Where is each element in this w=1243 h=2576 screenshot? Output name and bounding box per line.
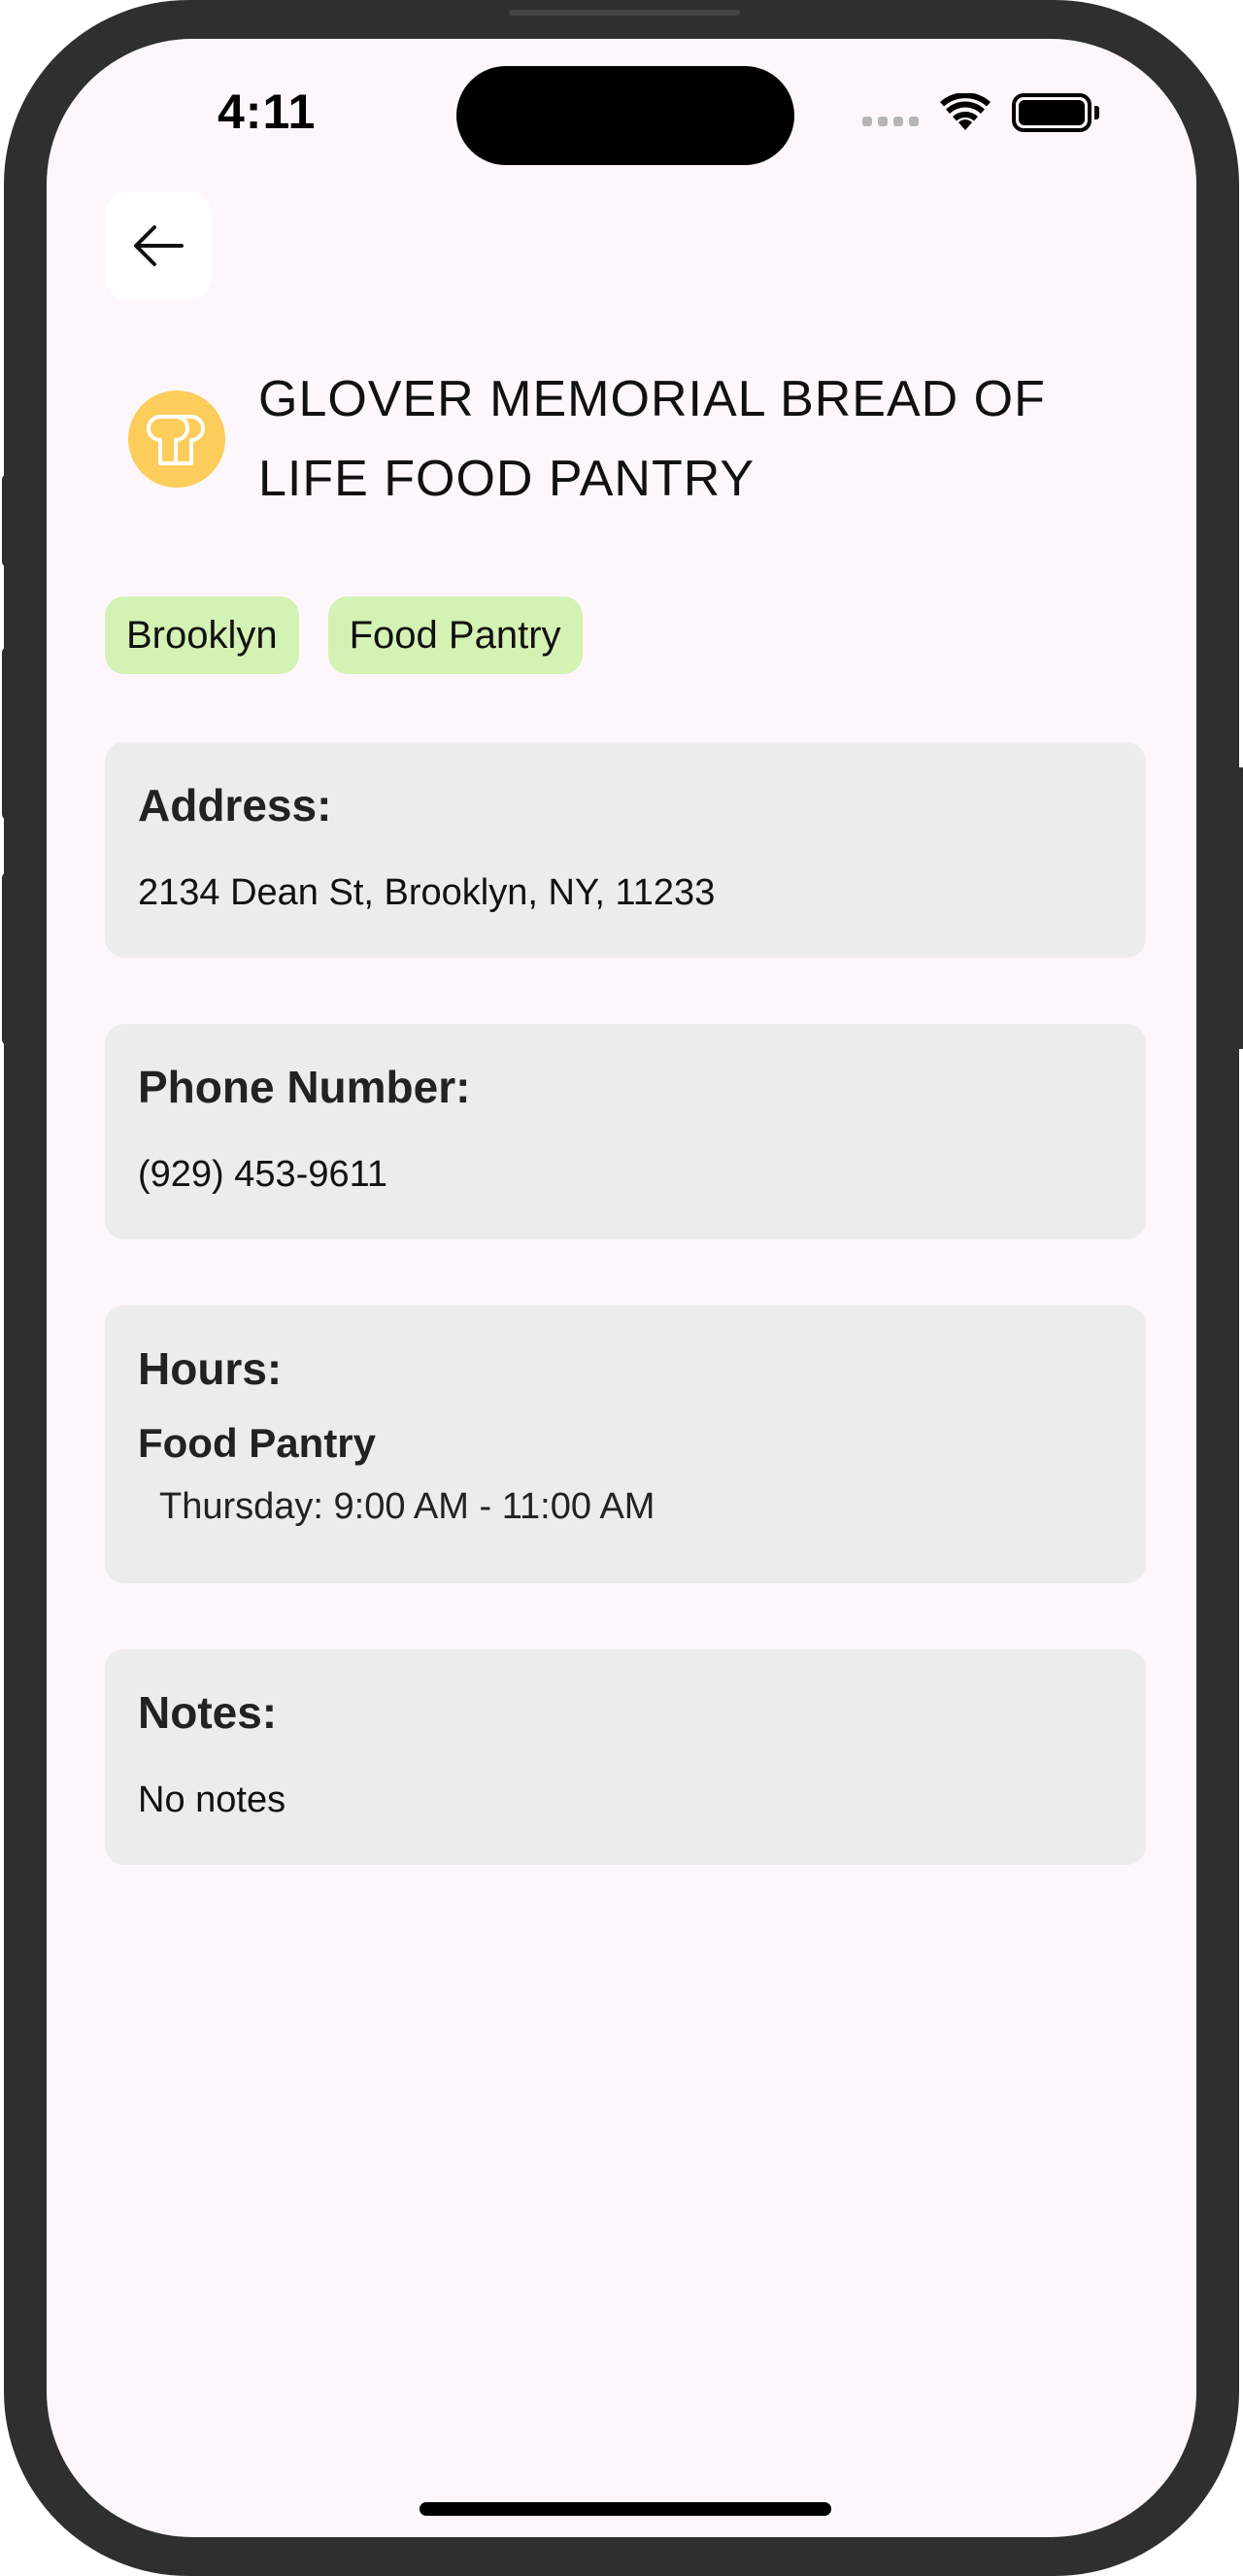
- hours-entry: Thursday: 9:00 AM - 11:00 AM: [159, 1486, 655, 1527]
- volume-up-button: [2, 647, 16, 820]
- status-time: 4:11: [218, 85, 317, 139]
- notes-label: Notes:: [138, 1687, 278, 1738]
- notes-card: Notes: No notes: [105, 1649, 1146, 1865]
- category-logo: [128, 390, 225, 488]
- phone-label: Phone Number:: [138, 1062, 471, 1112]
- power-button: [1233, 767, 1243, 1049]
- address-label: Address:: [138, 780, 332, 830]
- home-indicator[interactable]: [420, 2502, 831, 2516]
- speaker-grille: [509, 10, 740, 16]
- bread-icon: [147, 415, 205, 465]
- cellular-signal-icon: [862, 117, 919, 126]
- hours-card: Hours: Food Pantry Thursday: 9:00 AM - 1…: [105, 1305, 1146, 1583]
- phone-card: Phone Number: (929) 453-9611: [105, 1024, 1146, 1239]
- hours-category: Food Pantry: [138, 1420, 377, 1466]
- notes-value: No notes: [138, 1779, 286, 1820]
- battery-icon: [1012, 93, 1099, 132]
- back-button[interactable]: [105, 192, 212, 299]
- tag-list: Brooklyn Food Pantry: [105, 596, 583, 674]
- dynamic-island: [456, 66, 794, 165]
- page-title: GLOVER MEMORIAL BREAD OF LIFE FOOD PANTR…: [258, 371, 1046, 507]
- wifi-icon: [940, 93, 991, 130]
- address-value[interactable]: 2134 Dean St, Brooklyn, NY, 11233: [138, 872, 1113, 914]
- tag-borough: Brooklyn: [105, 596, 299, 674]
- silent-switch: [2, 474, 16, 567]
- volume-down-button: [2, 872, 16, 1045]
- phone-frame: 4:11 GLOVER MEMORIAL BREAD OF LIFE FOOD …: [2, 0, 1243, 2576]
- address-card: Address: 2134 Dean St, Brooklyn, NY, 112…: [105, 742, 1146, 958]
- arrow-left-icon: [134, 225, 184, 266]
- location-header: GLOVER MEMORIAL BREAD OF LIFE FOOD PANTR…: [128, 359, 1113, 519]
- hours-label: Hours:: [138, 1343, 283, 1394]
- phone-value[interactable]: (929) 453-9611: [138, 1154, 1113, 1196]
- status-icons: [862, 93, 1099, 132]
- tag-category: Food Pantry: [327, 596, 583, 674]
- screen: 4:11 GLOVER MEMORIAL BREAD OF LIFE FOOD …: [47, 39, 1196, 2537]
